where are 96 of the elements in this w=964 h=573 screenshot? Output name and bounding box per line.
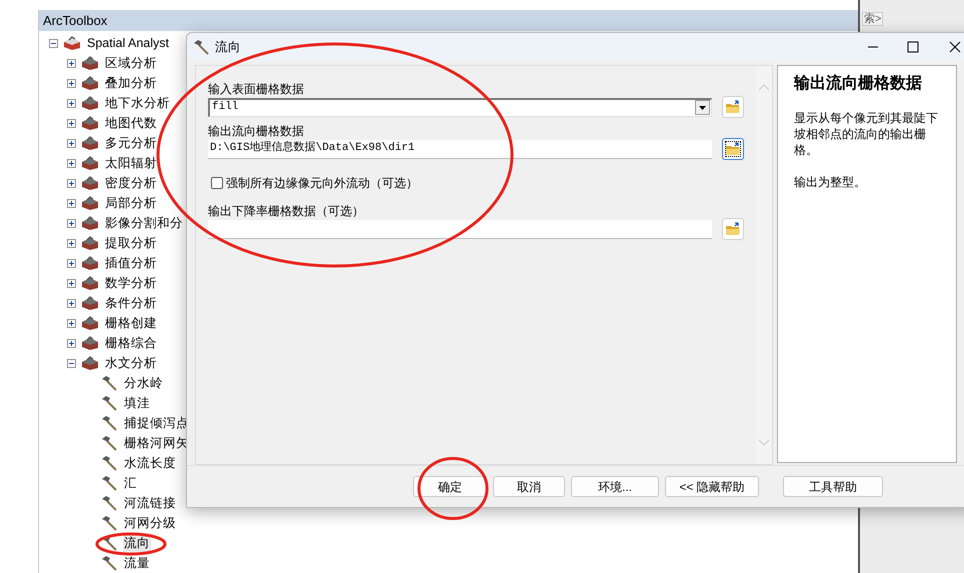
toolset-icon [81,196,99,210]
tree-item[interactable]: 填洼 [123,394,151,412]
tree-item[interactable]: 局部分析 [104,194,158,212]
input-field[interactable] [208,220,712,238]
tree-item[interactable]: 汇 [123,474,138,492]
input-field[interactable]: D:\GIS地理信息数据\Data\Ex98\dir1 [208,140,712,158]
checkbox-label: 强制所有边缘像元向外流动（可选） [226,175,418,192]
hammer-icon [101,435,118,451]
tree-item[interactable]: 影像分割和分 [104,214,184,232]
toolset-icon [81,236,99,250]
toolset-icon [81,116,99,130]
tree-item[interactable]: 数学分析 [104,274,158,292]
tree-item[interactable]: 多元分析 [104,134,158,152]
expand-icon[interactable] [67,118,76,128]
hammer-icon [101,395,118,411]
tree-item[interactable]: 栅格综合 [104,334,158,352]
expand-icon[interactable] [67,338,76,348]
folder-icon [725,142,741,156]
toolset-icon [81,356,99,370]
tree-item[interactable]: 太阳辐射 [104,154,158,172]
toolset-icon [81,336,99,350]
dialog-button[interactable]: 确定 [413,476,487,497]
folder-icon [725,100,741,114]
tree-item[interactable]: 叠加分析 [104,74,158,92]
tree-item[interactable]: 插值分析 [104,254,158,272]
hammer-icon [101,555,118,571]
panel-title: ArcToolbox [43,12,108,30]
expand-icon[interactable] [67,78,76,88]
tree-item[interactable]: Spatial Analyst [86,34,170,52]
dropdown-field[interactable]: fill [208,98,712,116]
tree-item[interactable]: 水流长度 [123,454,177,472]
toolset-icon [81,296,99,310]
dropdown-arrow-icon[interactable] [699,106,706,110]
toolset-icon [81,136,99,150]
collapse-icon[interactable] [67,358,76,368]
dialog-button[interactable]: 取消 [493,476,565,497]
tree-item[interactable]: 分水岭 [123,374,164,392]
expand-icon[interactable] [67,258,76,268]
toolset-icon [81,176,99,190]
tree-item[interactable]: 栅格创建 [104,314,158,332]
close-icon[interactable] [949,41,961,53]
folder-icon [725,222,741,236]
expand-icon[interactable] [67,178,76,188]
expand-icon[interactable] [67,58,76,68]
dialog-button[interactable]: 工具帮助 [783,476,883,497]
tree-item[interactable]: 区域分析 [104,54,158,72]
expand-icon[interactable] [67,318,76,328]
search-hint: 索> [862,12,884,26]
toolset-icon [81,76,99,90]
hammer-icon [101,535,118,551]
checkbox[interactable] [211,177,223,189]
tree-item[interactable]: 地图代数 [104,114,158,132]
expand-icon[interactable] [67,238,76,248]
maximize-icon[interactable] [907,41,919,53]
toolset-icon [81,276,99,290]
tree-item[interactable]: 河网分级 [123,514,177,532]
field-label: 输出下降率栅格数据（可选） [208,203,365,218]
tree-item[interactable]: 流量 [123,554,151,572]
toolset-icon [81,216,99,230]
dialog-title: 流向 [215,38,241,56]
dialog-button[interactable]: << 隐藏帮助 [665,476,759,497]
hammer-icon [193,39,210,55]
expand-icon[interactable] [67,278,76,288]
tree-item[interactable]: 条件分析 [104,294,158,312]
collapse-icon[interactable] [49,38,58,48]
field-label: 输出流向栅格数据 [208,123,305,138]
hammer-icon [101,515,118,531]
help-text: 显示从每个像元到其最陡下坡相邻点的流向的输出栅格。 [794,110,939,158]
help-text: 输出为整型。 [794,174,867,190]
expand-icon[interactable] [67,298,76,308]
browse-button[interactable] [722,138,744,160]
toolset-icon [81,156,99,170]
toolset-icon [81,96,99,110]
expand-icon[interactable] [67,198,76,208]
tree-item[interactable]: 地下水分析 [104,94,171,112]
expand-icon[interactable] [67,158,76,168]
hammer-icon [101,375,118,391]
tree-item[interactable]: 密度分析 [104,174,158,192]
hammer-icon [101,455,118,471]
field-label: 输入表面栅格数据 [208,81,305,96]
expand-icon[interactable] [67,218,76,228]
tree-item[interactable]: 水文分析 [104,354,158,372]
tree-item[interactable]: 提取分析 [104,234,158,252]
help-title: 输出流向栅格数据 [794,73,923,94]
toolset-icon [81,56,99,70]
hammer-icon [101,475,118,491]
hammer-icon [101,495,118,511]
expand-icon[interactable] [67,98,76,108]
toolbox-icon [63,36,81,50]
annotation-circle [95,532,167,556]
toolset-icon [81,316,99,330]
toolset-icon [81,256,99,270]
expand-icon[interactable] [67,138,76,148]
dialog-button[interactable]: 环境... [571,476,659,497]
hammer-icon [101,415,118,431]
tree-item[interactable]: 河流链接 [123,494,177,512]
